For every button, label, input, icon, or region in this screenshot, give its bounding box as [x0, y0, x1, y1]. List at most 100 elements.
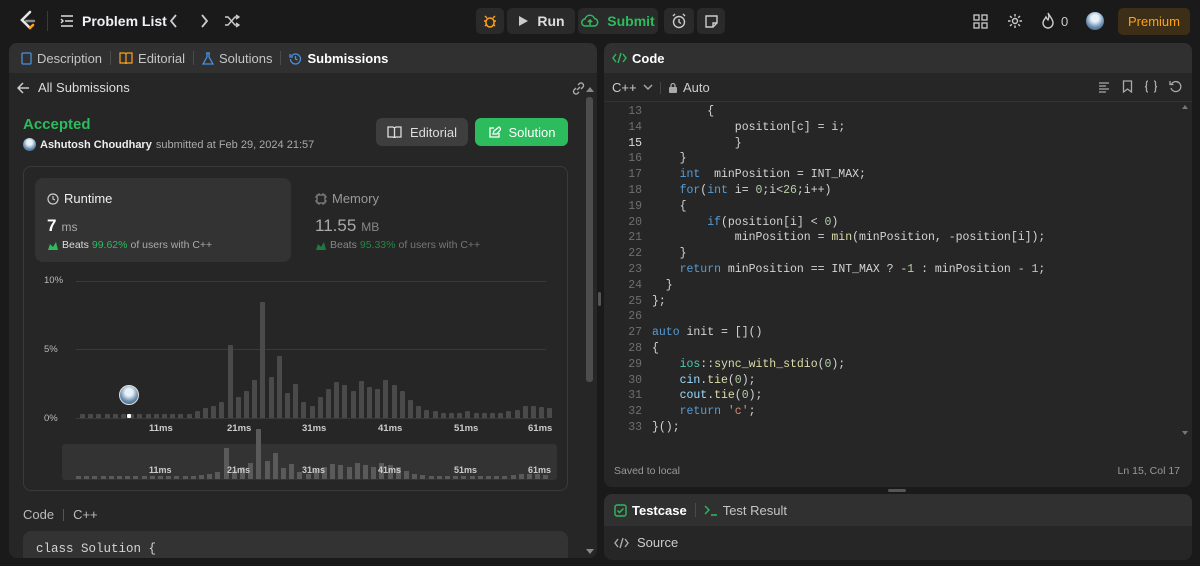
source-toggle[interactable]: Source [614, 535, 678, 550]
chart-bar[interactable] [334, 382, 340, 418]
settings-gear-icon[interactable] [1007, 13, 1023, 29]
chart-bar[interactable] [317, 397, 323, 418]
chart-bar[interactable] [194, 411, 200, 418]
braces-icon[interactable] [1144, 80, 1158, 93]
chart-bar[interactable] [391, 385, 397, 418]
chart-bar[interactable] [383, 379, 389, 418]
chart-bar[interactable] [309, 405, 315, 418]
chart-bar[interactable] [285, 393, 290, 418]
tab-testcase[interactable]: Testcase [614, 503, 687, 518]
scroll-down-arrow[interactable] [586, 549, 594, 554]
chart-bar[interactable] [104, 413, 110, 418]
scroll-down-arrow[interactable] [1182, 431, 1188, 435]
chart-bar[interactable] [252, 379, 258, 418]
language-select[interactable]: C++ [612, 80, 653, 95]
debug-button[interactable] [476, 8, 504, 34]
chart-bar[interactable] [490, 412, 495, 418]
tab-submissions[interactable]: Submissions [289, 51, 388, 66]
run-button[interactable]: Run [507, 8, 575, 34]
chart-bar[interactable] [399, 390, 405, 418]
chart-bar[interactable] [145, 413, 151, 418]
chart-bar[interactable] [121, 413, 126, 418]
link-icon[interactable] [571, 81, 586, 96]
prev-problem-icon[interactable] [168, 13, 180, 29]
tab-code[interactable]: Code [612, 51, 665, 66]
next-problem-icon[interactable] [198, 13, 210, 29]
chart-bar[interactable] [375, 389, 381, 418]
chart-bar[interactable] [424, 409, 430, 418]
user-avatar[interactable] [1086, 12, 1104, 30]
layout-icon[interactable] [973, 14, 988, 29]
chart-bar[interactable] [326, 389, 331, 418]
streak-fire-icon[interactable] [1041, 12, 1055, 29]
chart-bar[interactable] [88, 413, 94, 418]
chart-bar[interactable] [440, 412, 446, 418]
chart-bar[interactable] [162, 413, 167, 418]
chart-bar[interactable] [432, 411, 438, 418]
chart-bar[interactable] [465, 411, 471, 418]
chart-bar[interactable] [96, 413, 102, 418]
code-editor[interactable]: 13 {14 position[c] = i; 15} 16} 17 int minPosi… [604, 103, 1174, 439]
submitter-name[interactable]: Ashutosh Choudhary [40, 139, 152, 151]
chart-bar[interactable] [244, 390, 249, 418]
chart-bar[interactable] [481, 412, 487, 418]
chart-bar[interactable] [301, 401, 307, 418]
chart-bar[interactable] [342, 385, 348, 418]
chart-bar[interactable] [112, 413, 118, 418]
chart-bar[interactable] [367, 386, 372, 418]
chart-bar[interactable] [350, 390, 356, 418]
tab-editorial[interactable]: Editorial [119, 51, 185, 66]
chart-bar[interactable] [457, 412, 463, 418]
chart-bar[interactable] [137, 413, 143, 418]
runtime-distribution-chart[interactable]: 10% 5% 0% 11ms 21ms 31ms 41ms 51ms 61ms [24, 267, 569, 434]
editor-scrollbar[interactable] [1182, 105, 1189, 435]
chart-bar[interactable] [186, 413, 192, 418]
memory-card[interactable]: Memory 11.55 MB Beats 95.33% of users wi… [303, 178, 559, 262]
tab-solutions[interactable]: Solutions [202, 51, 272, 66]
chart-bar[interactable] [203, 408, 208, 418]
chart-bar[interactable] [235, 397, 241, 418]
chart-bar[interactable] [531, 405, 536, 418]
tab-description[interactable]: Description [21, 51, 102, 66]
highlight-marker-avatar[interactable] [119, 385, 139, 405]
range-selector-chart[interactable]: 11ms 21ms 31ms 41ms 51ms 61ms [62, 428, 557, 480]
chart-bar[interactable] [276, 356, 282, 418]
chart-bar[interactable] [473, 412, 479, 418]
chart-bar[interactable] [260, 301, 266, 418]
notes-button[interactable] [697, 8, 725, 34]
chart-bar[interactable] [293, 383, 299, 418]
chart-bar[interactable] [80, 413, 85, 418]
chart-bar[interactable] [211, 405, 217, 418]
chart-bar[interactable] [449, 412, 454, 418]
chart-bar[interactable] [498, 412, 504, 418]
leetcode-logo[interactable] [18, 10, 38, 32]
chart-bar[interactable] [416, 405, 422, 418]
editorial-button[interactable]: Editorial [376, 118, 468, 146]
chart-bar[interactable] [539, 407, 545, 418]
chart-bar[interactable] [153, 413, 159, 418]
chart-bar[interactable] [227, 345, 233, 418]
runtime-card[interactable]: Runtime 7 ms Beats 99.62% of users with … [35, 178, 291, 262]
scroll-up-arrow[interactable] [1182, 105, 1188, 109]
chart-bar[interactable] [547, 408, 553, 418]
tab-test-result[interactable]: Test Result [704, 503, 787, 518]
submitter-avatar[interactable] [23, 138, 36, 151]
all-submissions-link[interactable]: All Submissions [17, 80, 130, 95]
submitted-code-block[interactable]: class Solution { [23, 531, 568, 558]
chart-bar[interactable] [514, 409, 520, 418]
shuffle-icon[interactable] [224, 13, 240, 29]
left-scrollbar[interactable] [585, 87, 594, 554]
vertical-resize-handle[interactable] [598, 292, 601, 306]
bookmark-icon[interactable] [1122, 80, 1133, 93]
chart-bar[interactable] [522, 405, 528, 418]
chart-bar[interactable] [178, 413, 184, 418]
horizontal-resize-handle[interactable] [888, 489, 906, 492]
chart-bar[interactable] [170, 413, 176, 418]
scroll-thumb[interactable] [586, 97, 593, 382]
solution-button[interactable]: Solution [475, 118, 568, 146]
auto-mode-toggle[interactable]: Auto [668, 80, 710, 95]
chart-bar[interactable] [219, 401, 225, 418]
chart-bar[interactable] [268, 376, 274, 418]
scroll-up-arrow[interactable] [586, 87, 594, 92]
chart-bar[interactable] [408, 400, 413, 418]
